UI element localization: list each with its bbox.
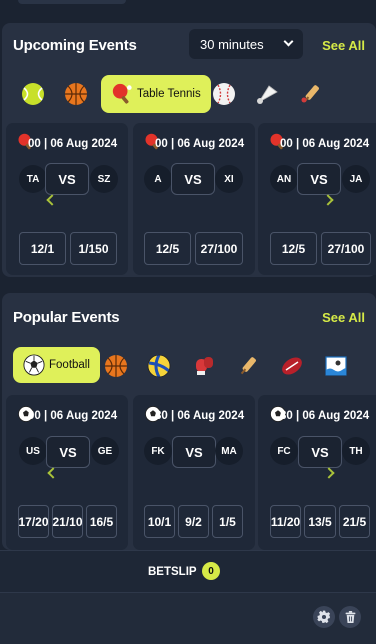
- sport-tab-badminton[interactable]: [250, 75, 284, 113]
- event-datetime: 00 | 06 Aug 2024: [28, 410, 118, 422]
- odds-button[interactable]: 21/10: [52, 505, 83, 538]
- sport-tab-basketball[interactable]: [99, 347, 133, 385]
- odds-button[interactable]: 1/5: [212, 505, 243, 538]
- vs-label: VS: [45, 163, 89, 195]
- odds-button[interactable]: 27/100: [195, 232, 243, 265]
- upcoming-events-section: Upcoming Events 30 minutes See All Table…: [2, 23, 376, 277]
- top-section-edge: [18, 0, 126, 4]
- clear-betslip-button[interactable]: [339, 606, 361, 628]
- chevron-left-icon[interactable]: [47, 467, 59, 479]
- event-datetime: 00 | 06 Aug 2024: [28, 138, 118, 150]
- chevron-right-icon[interactable]: [323, 467, 335, 479]
- away-team-badge: MA: [215, 437, 243, 465]
- event-card[interactable]: 00 | 06 Aug 2024 US VS GE 17/20 21/10 16…: [6, 395, 128, 550]
- sport-tab-tennis[interactable]: [16, 75, 50, 113]
- basketball-icon: [105, 355, 127, 377]
- sport-tab-water-polo[interactable]: [319, 347, 353, 385]
- home-team-badge: TA: [19, 165, 47, 193]
- event-card[interactable]: 00 | 06 Aug 2024 A VS XI 12/5 27/100: [133, 123, 255, 275]
- vs-label: VS: [171, 163, 215, 195]
- home-team-badge: AN: [270, 165, 298, 193]
- rugby-ball-icon: [282, 357, 302, 375]
- boxing-glove-icon: [196, 357, 213, 375]
- shuttlecock-icon: [257, 85, 278, 104]
- sport-tab-label: Football: [49, 359, 90, 371]
- event-datetime: 00 | 06 Aug 2024: [280, 138, 370, 150]
- away-team-badge: JA: [342, 165, 370, 193]
- baseball-icon: [213, 83, 235, 105]
- event-datetime: 30 | 06 Aug 2024: [155, 410, 245, 422]
- upcoming-events-title: Upcoming Events: [13, 37, 137, 54]
- event-card[interactable]: 30 | 06 Aug 2024 FC VS TH 11/20 13/5 21/…: [258, 395, 376, 550]
- home-team-badge: A: [144, 165, 172, 193]
- basketball-icon: [65, 83, 87, 105]
- betslip-panel: [0, 592, 376, 644]
- vs-label: VS: [297, 163, 341, 195]
- odds-button[interactable]: 27/100: [321, 232, 371, 265]
- time-filter-value: 30 minutes: [200, 37, 264, 52]
- sport-tab-volleyball[interactable]: [142, 347, 176, 385]
- popular-sport-tabs: Football: [2, 347, 376, 385]
- sport-tab-label: Table Tennis: [137, 88, 201, 100]
- sport-tab-table-tennis[interactable]: Table Tennis: [101, 75, 211, 113]
- upcoming-see-all-link[interactable]: See All: [322, 38, 365, 53]
- sport-tab-rugby[interactable]: [275, 347, 309, 385]
- volleyball-icon: [147, 354, 171, 378]
- odds-button[interactable]: 21/5: [339, 505, 370, 538]
- home-team-badge: FC: [270, 437, 298, 465]
- gear-icon: [317, 610, 331, 624]
- event-card[interactable]: 00 | 06 Aug 2024 AN VS JA 12/5 27/100: [258, 123, 376, 275]
- odds-button[interactable]: 16/5: [86, 505, 117, 538]
- trash-icon: [345, 611, 355, 623]
- chevron-right-icon[interactable]: [322, 194, 334, 206]
- sport-tab-boxing[interactable]: [187, 347, 221, 385]
- vs-label: VS: [46, 436, 90, 468]
- event-datetime: 00 | 06 Aug 2024: [155, 138, 245, 150]
- odds-button[interactable]: 12/1: [19, 232, 66, 265]
- sport-tab-baseball[interactable]: [207, 75, 241, 113]
- betslip-count-badge: 0: [202, 562, 220, 580]
- odds-button[interactable]: 12/5: [270, 232, 317, 265]
- tennis-ball-icon: [22, 83, 44, 105]
- sport-tab-football[interactable]: Football: [13, 347, 100, 383]
- cricket-bat-icon: [301, 85, 319, 103]
- away-team-badge: TH: [342, 437, 370, 465]
- odds-button[interactable]: 11/20: [270, 505, 301, 538]
- event-card[interactable]: 30 | 06 Aug 2024 FK VS MA 10/1 9/2 1/5: [133, 395, 255, 550]
- home-team-badge: US: [19, 437, 47, 465]
- chevron-left-icon[interactable]: [46, 194, 58, 206]
- odds-button[interactable]: 9/2: [178, 505, 209, 538]
- odds-button[interactable]: 1/150: [70, 232, 117, 265]
- home-team-badge: FK: [144, 437, 172, 465]
- table-tennis-paddle-icon: [112, 83, 132, 104]
- betslip-bar[interactable]: BETSLIP 0: [0, 550, 376, 592]
- event-card[interactable]: 00 | 06 Aug 2024 TA VS SZ 12/1 1/150: [6, 123, 128, 275]
- betslip-label: BETSLIP: [148, 566, 197, 578]
- popular-events-section: Popular Events See All Football 00 | 06 …: [2, 293, 376, 550]
- odds-button[interactable]: 12/5: [144, 232, 191, 265]
- upcoming-sport-tabs: Table Tennis: [2, 75, 376, 113]
- cricket-bat-icon: [240, 357, 256, 375]
- popular-see-all-link[interactable]: See All: [322, 310, 365, 325]
- vs-label: VS: [172, 436, 216, 468]
- away-team-badge: GE: [91, 437, 119, 465]
- event-datetime: 30 | 06 Aug 2024: [280, 410, 370, 422]
- settings-button[interactable]: [313, 606, 335, 628]
- odds-button[interactable]: 10/1: [144, 505, 175, 538]
- sport-tab-cricket[interactable]: [231, 347, 265, 385]
- football-icon: [23, 354, 45, 376]
- chevron-down-icon: [283, 36, 294, 47]
- sport-tab-cricket[interactable]: [294, 75, 328, 113]
- away-team-badge: SZ: [90, 165, 118, 193]
- odds-button[interactable]: 17/20: [18, 505, 49, 538]
- away-team-badge: XI: [215, 165, 243, 193]
- time-filter-dropdown[interactable]: 30 minutes: [189, 29, 303, 59]
- vs-label: VS: [298, 436, 342, 468]
- sport-tab-basketball[interactable]: [59, 75, 93, 113]
- water-polo-icon: [325, 356, 347, 376]
- odds-button[interactable]: 13/5: [304, 505, 336, 538]
- popular-events-title: Popular Events: [13, 309, 120, 326]
